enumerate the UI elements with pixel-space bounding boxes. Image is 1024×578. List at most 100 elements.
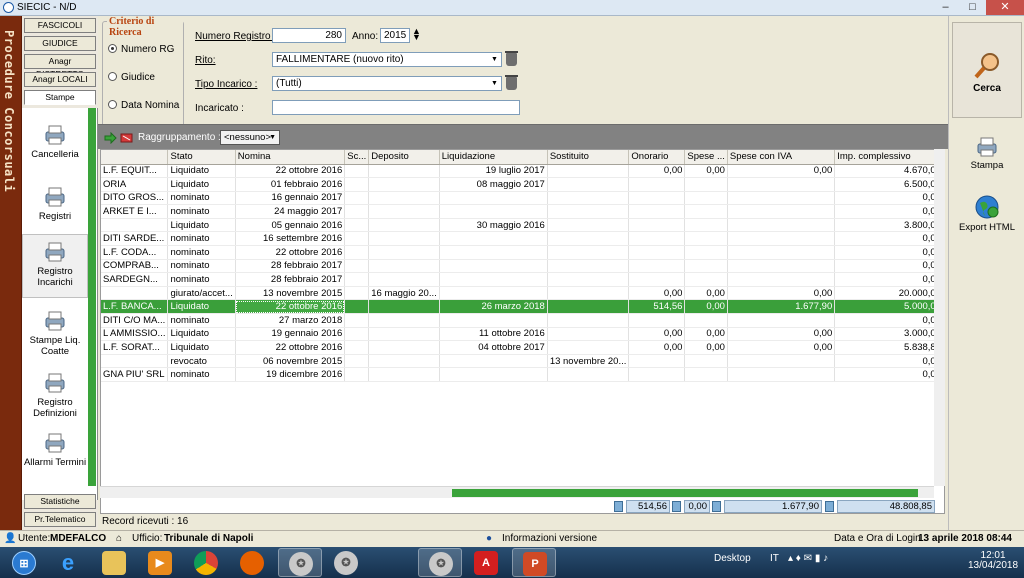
radio-dot bbox=[108, 72, 117, 81]
info-icon[interactable]: ● bbox=[486, 533, 492, 544]
incaricato-input[interactable] bbox=[272, 100, 520, 115]
maximize-button[interactable]: □ bbox=[959, 0, 986, 15]
radio-giudice[interactable]: Giudice bbox=[108, 72, 155, 83]
tray-icons[interactable]: ▴ ♦ ✉ ▮ ♪ bbox=[788, 553, 828, 564]
tab-stampe[interactable]: Stampe bbox=[24, 90, 96, 105]
desktop-toolbar[interactable]: Desktop bbox=[714, 553, 751, 564]
table-cell: 0,00 bbox=[727, 340, 836, 355]
scroll-thumb[interactable] bbox=[452, 489, 918, 497]
grouping-select[interactable]: <nessuno> ▼ bbox=[220, 130, 280, 145]
clock[interactable]: 12:01 13/04/2018 bbox=[968, 551, 1018, 571]
tipo-incarico-select[interactable]: (Tutti) ▼ bbox=[272, 76, 502, 91]
column-header[interactable]: Imp. complessivo bbox=[834, 150, 944, 165]
table-row[interactable]: revocato 06 novembre 2015 13 novembre 20..… bbox=[101, 354, 944, 369]
start-button[interactable]: ⊞ bbox=[2, 548, 46, 577]
print-button[interactable]: Stampa bbox=[949, 136, 1024, 171]
nav-item-allarmi-termini[interactable]: Allarmi Termini bbox=[22, 426, 88, 484]
table-cell bbox=[727, 272, 836, 287]
column-header[interactable]: Liquidazione bbox=[439, 150, 548, 165]
results-table: Stato Nomina Sc... Deposito Liquidazione… bbox=[101, 150, 944, 382]
table-row[interactable]: SARDEGN... nominato 28 febbraio 2017 0,00 bbox=[101, 272, 944, 287]
table-cell bbox=[547, 299, 630, 315]
nav-item-cancelleria[interactable]: Cancelleria bbox=[22, 118, 88, 176]
taskbar-powerpoint[interactable]: P bbox=[512, 548, 556, 577]
table-row[interactable]: L AMMISSIO... Liquidato 19 gennaio 2016 11 … bbox=[101, 327, 944, 342]
column-header[interactable]: Deposito bbox=[368, 150, 440, 165]
table-row[interactable]: L.F. BANCA... Liquidato 22 ottobre 2016 26 … bbox=[101, 299, 944, 315]
table-row[interactable]: GNA PIU' SRL nominato 19 dicembre 2016 0,00 bbox=[101, 367, 944, 382]
rito-select[interactable]: FALLIMENTARE (nuovo rito) ▼ bbox=[272, 52, 502, 67]
table-cell: 0,00 bbox=[834, 231, 944, 247]
taskbar-siecic[interactable]: ✪ bbox=[278, 548, 322, 577]
clear-filter-icon[interactable] bbox=[120, 132, 134, 144]
language-indicator[interactable]: IT bbox=[770, 553, 779, 564]
table-row[interactable]: L.F. SORAT... Liquidato 22 ottobre 2016 04 … bbox=[101, 340, 944, 355]
table-cell bbox=[547, 286, 630, 301]
table-cell: 19 gennaio 2016 bbox=[235, 327, 346, 342]
anno-input[interactable]: 2015 bbox=[380, 28, 410, 43]
table-row[interactable]: ORIA Liquidato 01 febbraio 2016 08 maggio 2… bbox=[101, 177, 944, 192]
table-row[interactable]: L.F. CODA... nominato 22 ottobre 2016 0,00 bbox=[101, 245, 944, 260]
column-header[interactable] bbox=[101, 150, 169, 165]
trash-icon[interactable] bbox=[505, 51, 518, 66]
table-cell bbox=[628, 259, 686, 274]
column-header[interactable]: Spese con IVA bbox=[727, 150, 836, 165]
table-cell bbox=[628, 313, 686, 328]
minimize-button[interactable]: – bbox=[932, 0, 959, 15]
column-header[interactable]: Stato bbox=[167, 150, 236, 165]
export-html-button[interactable]: Export HTML bbox=[949, 194, 1024, 233]
tab-pr-telematico[interactable]: Pr.Telematico bbox=[24, 512, 96, 527]
table-row[interactable]: giurato/accet... 13 novembre 2015 16 maggi… bbox=[101, 286, 944, 301]
search-button[interactable]: Cerca bbox=[952, 22, 1022, 118]
table-row[interactable]: Liquidato 05 gennaio 2016 30 maggio 2016 3.… bbox=[101, 218, 944, 233]
column-header[interactable]: Sc... bbox=[344, 150, 370, 165]
refresh-icon[interactable] bbox=[104, 132, 118, 144]
table-cell bbox=[727, 313, 836, 328]
tab-fascicoli[interactable]: FASCICOLI bbox=[24, 18, 96, 33]
table-row[interactable]: DITI SARDE... nominato 16 settembre 2016 0,… bbox=[101, 231, 944, 247]
tab-giudice[interactable]: GIUDICE bbox=[24, 36, 96, 51]
table-row[interactable]: DITI C/O MA... nominato 27 marzo 2018 0,00 bbox=[101, 313, 944, 328]
taskbar-chrome[interactable] bbox=[184, 548, 228, 577]
taskbar-ie[interactable]: e bbox=[46, 548, 90, 577]
info-version-link[interactable]: Informazioni versione bbox=[502, 533, 597, 544]
table-row[interactable]: ARKET E I... nominato 24 maggio 2017 0,00 bbox=[101, 204, 944, 219]
numero-registro-input[interactable]: 280 bbox=[272, 28, 346, 43]
taskbar-siecic-2[interactable]: ✪ bbox=[324, 548, 368, 577]
tab-statistiche[interactable]: Statistiche bbox=[24, 494, 96, 509]
trash-icon[interactable] bbox=[505, 75, 518, 90]
table-cell bbox=[368, 191, 440, 206]
table-cell bbox=[439, 367, 548, 382]
taskbar-firefox[interactable] bbox=[230, 548, 274, 577]
nav-item-registri[interactable]: Registri bbox=[22, 180, 88, 238]
tab-anagr-distretto[interactable]: Anagr DISTRETTO bbox=[24, 54, 96, 79]
radio-data-nomina[interactable]: Data Nomina bbox=[108, 100, 179, 111]
column-header[interactable]: Nomina bbox=[235, 150, 346, 165]
table-row[interactable]: L.F. EQUIT... Liquidato 22 ottobre 2016 19 … bbox=[101, 164, 944, 179]
vertical-scrollbar[interactable] bbox=[934, 149, 945, 486]
nav-item-registro-definizioni[interactable]: Registro Definizioni bbox=[22, 366, 88, 424]
radio-numero-rg[interactable]: Numero RG bbox=[108, 44, 174, 55]
column-header[interactable]: Sostituito bbox=[547, 150, 630, 165]
taskbar-explorer[interactable] bbox=[92, 548, 136, 577]
taskbar-siecic-3[interactable]: ✪ bbox=[418, 548, 462, 577]
anno-stepper[interactable]: ▲ ▼ bbox=[412, 27, 421, 42]
tab-anagr-locali[interactable]: Anagr LOCALI bbox=[24, 72, 96, 87]
table-row[interactable]: DITO GROS... nominato 16 gennaio 2017 0,00 bbox=[101, 191, 944, 206]
nav-item-registro-incarichi[interactable]: Registro Incarichi bbox=[22, 234, 88, 298]
sum-icon bbox=[672, 501, 681, 512]
table-row[interactable]: COMPRAB... nominato 28 febbraio 2017 0,00 bbox=[101, 259, 944, 274]
printer-icon bbox=[45, 433, 65, 453]
nav-item-stampe-liq-coatte[interactable]: Stampe Liq. Coatte bbox=[22, 304, 88, 362]
table-cell bbox=[439, 259, 548, 274]
taskbar-acrobat[interactable]: A bbox=[464, 548, 508, 577]
close-button[interactable]: ✕ bbox=[986, 0, 1024, 15]
table-cell bbox=[547, 191, 630, 206]
column-header[interactable]: Spese ... bbox=[684, 150, 728, 165]
table-cell bbox=[344, 354, 370, 369]
taskbar-media[interactable]: ▶ bbox=[138, 548, 182, 577]
column-header[interactable]: Onorario bbox=[628, 150, 686, 165]
table-cell bbox=[684, 231, 728, 247]
table-cell bbox=[344, 259, 370, 274]
horizontal-scrollbar[interactable] bbox=[100, 486, 934, 498]
